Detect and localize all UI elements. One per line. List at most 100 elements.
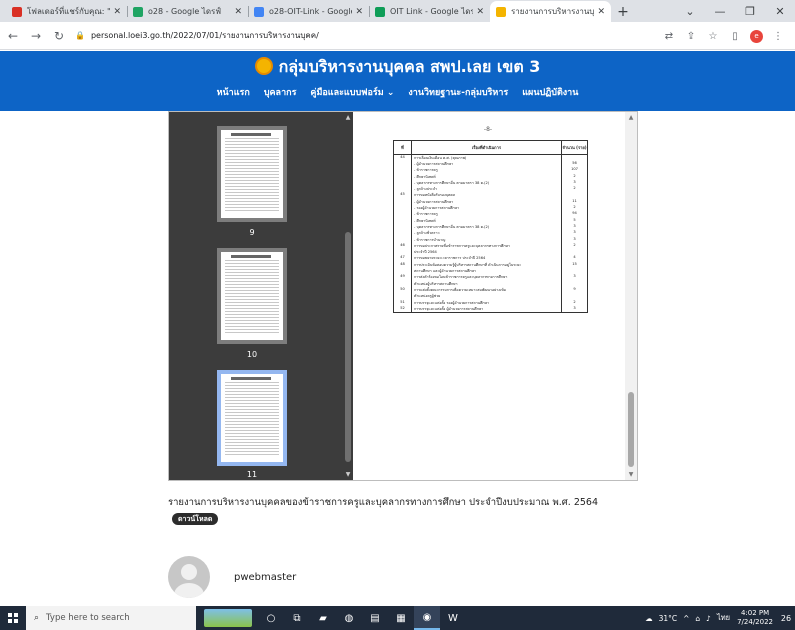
word-icon[interactable]: W bbox=[440, 606, 466, 630]
sidepanel-icon[interactable]: ▯ bbox=[724, 26, 746, 46]
tab-search-icon[interactable]: ⌄ bbox=[675, 0, 705, 22]
share-icon[interactable]: ⇪ bbox=[680, 26, 702, 46]
tab-close-icon[interactable]: ✕ bbox=[597, 7, 605, 17]
browser-tab[interactable]: โฟลเดอร์ที่แชร์กับคุณ: "o28"✕ bbox=[6, 1, 127, 22]
notification-center[interactable]: 26 bbox=[777, 606, 795, 630]
tab-close-icon[interactable]: ✕ bbox=[234, 7, 242, 17]
thumbnail-page-10[interactable] bbox=[217, 248, 287, 344]
doc-scroll-up-arrow-icon[interactable]: ▲ bbox=[625, 114, 637, 121]
thumbnail-lines bbox=[225, 380, 279, 456]
new-tab-button[interactable]: + bbox=[611, 1, 635, 22]
address-bar[interactable]: 🔒 personal.loei3.go.th/2022/07/01/รายงาน… bbox=[75, 26, 685, 46]
clock-date: 7/24/2022 bbox=[737, 618, 773, 626]
thumbnail-scrollbar[interactable]: ▲ ▼ bbox=[343, 112, 353, 480]
url-text: personal.loei3.go.th/2022/07/01/รายงานกา… bbox=[90, 31, 319, 40]
tab-title: o28-OIT-Link - Google ชี bbox=[269, 7, 352, 16]
restore-icon[interactable]: ❐ bbox=[735, 0, 765, 22]
windows-logo-icon bbox=[8, 613, 18, 623]
table-row: 52 การบรรจุและแต่งตั้ง ผู้อำนวยการสถานศึก… bbox=[393, 305, 588, 313]
document-table: ที่ เรื่องที่ดำเนินการ จำนวน (ราย) 44 การ… bbox=[393, 140, 588, 313]
thumbnail-lines bbox=[225, 258, 279, 334]
tab-title: o28 - Google ไดรฟ์ bbox=[148, 7, 221, 16]
start-button[interactable] bbox=[0, 606, 26, 630]
calendar-icon[interactable]: ▦ bbox=[388, 606, 414, 630]
document-scroll-thumb[interactable] bbox=[628, 392, 634, 467]
menu-icon[interactable]: ⋮ bbox=[767, 26, 789, 46]
document-scrollbar[interactable]: ▲ ▼ bbox=[625, 112, 637, 480]
window-controls: ⌄ — ❐ ✕ bbox=[675, 0, 795, 22]
toolbar-icons: ⇄ ⇪ ☆ ▯ e ⋮ bbox=[658, 26, 789, 46]
tab-close-icon[interactable]: ✕ bbox=[355, 7, 363, 17]
table-header-row: ที่ เรื่องที่ดำเนินการ จำนวน (ราย) bbox=[393, 140, 588, 155]
site-title-text: กลุ่มบริหารงานบุคคล สพป.เลย เขต 3 bbox=[278, 57, 541, 76]
taskbar-apps: ○ ⧉ ▰ ◍ ▤ ▦ ◉ W bbox=[204, 606, 466, 630]
volume-icon[interactable]: ♪ bbox=[706, 614, 711, 623]
browser-tab[interactable]: OIT Link - Google ไดรฟ์ ✕ bbox=[369, 1, 490, 22]
lock-icon[interactable]: 🔒 bbox=[75, 31, 85, 40]
search-highlight-image[interactable] bbox=[204, 609, 252, 627]
chrome-icon[interactable]: ◉ bbox=[414, 606, 440, 630]
temperature[interactable]: 31°C bbox=[659, 614, 678, 623]
author-name[interactable]: pwebmaster bbox=[234, 572, 296, 583]
tab-title: โฟลเดอร์ที่แชร์กับคุณ: "o28" bbox=[27, 7, 111, 16]
table-header-cell: ที่ bbox=[393, 140, 412, 155]
avatar-head bbox=[181, 564, 197, 580]
task-view-icon[interactable]: ⧉ bbox=[284, 606, 310, 630]
page-number: -8- bbox=[483, 126, 493, 133]
scroll-up-arrow-icon[interactable]: ▲ bbox=[343, 114, 353, 121]
browser-tab[interactable]: o28 - Google ไดรฟ์ ✕ bbox=[127, 1, 248, 22]
nav-item[interactable]: คู่มือและแบบฟอร์ม ⌄ bbox=[310, 85, 394, 99]
back-icon[interactable]: ← bbox=[3, 26, 23, 46]
avatar[interactable] bbox=[168, 556, 210, 598]
tab-close-icon[interactable]: ✕ bbox=[113, 7, 121, 17]
browser-tab[interactable]: o28-OIT-Link - Google ชี✕ bbox=[248, 1, 369, 22]
show-hidden-icons-icon[interactable]: ^ bbox=[683, 614, 689, 623]
thumbnail-label: 10 bbox=[246, 350, 258, 359]
search-icon: ⌕ bbox=[34, 613, 40, 623]
cortana-icon[interactable]: ○ bbox=[258, 606, 284, 630]
table-cell: 3 bbox=[561, 305, 588, 313]
thumbnail-page-11[interactable] bbox=[217, 370, 287, 466]
author-block: pwebmaster bbox=[168, 556, 296, 598]
site-title[interactable]: กลุ่มบริหารงานบุคคล สพป.เลย เขต 3 bbox=[0, 55, 795, 80]
language-indicator[interactable]: ไทย bbox=[717, 612, 730, 624]
close-window-icon[interactable]: ✕ bbox=[765, 0, 795, 22]
thumbnail-lines bbox=[225, 136, 279, 212]
tab-close-icon[interactable]: ✕ bbox=[476, 7, 484, 17]
clock[interactable]: 4:02 PM 7/24/2022 bbox=[737, 609, 773, 627]
weather-icon[interactable]: ☁ bbox=[645, 614, 653, 623]
search-placeholder: Type here to search bbox=[46, 613, 130, 623]
table-header-cell: เรื่องที่ดำเนินการ bbox=[411, 140, 562, 155]
table-header-cell: จำนวน (ราย) bbox=[561, 140, 588, 155]
browser-tabstrip: โฟลเดอร์ที่แชร์กับคุณ: "o28"✕o28 - Googl… bbox=[0, 0, 795, 22]
bookmark-star-icon[interactable]: ☆ bbox=[702, 26, 724, 46]
taskbar-search[interactable]: ⌕ Type here to search bbox=[26, 606, 196, 630]
file-explorer-icon[interactable]: ▰ bbox=[310, 606, 336, 630]
minimize-icon[interactable]: — bbox=[705, 0, 735, 22]
nav-item[interactable]: แผนปฏิบัติงาน bbox=[522, 85, 578, 99]
avatar-body bbox=[174, 583, 204, 598]
thumbnail-scroll-thumb[interactable] bbox=[345, 232, 351, 462]
nav-item[interactable]: บุคลากร bbox=[264, 85, 297, 99]
nav-item[interactable]: หน้าแรก bbox=[217, 85, 250, 99]
browser-toolbar: ← → ↻ 🔒 personal.loei3.go.th/2022/07/01/… bbox=[0, 22, 795, 50]
tab-favicon-icon bbox=[375, 6, 385, 17]
thumbnail-label: 9 bbox=[249, 228, 255, 237]
site-logo-icon bbox=[254, 57, 273, 75]
doc-scroll-down-arrow-icon[interactable]: ▼ bbox=[625, 471, 637, 478]
system-tray: ☁ 31°C ^ ⌂ ♪ ไทย 4:02 PM 7/24/2022 26 bbox=[642, 606, 795, 630]
main-nav: หน้าแรก บุคลากร คู่มือและแบบฟอร์ม ⌄ งานวิทย… bbox=[0, 85, 795, 99]
network-icon[interactable]: ⌂ bbox=[695, 614, 700, 623]
thumbnail-page-9[interactable] bbox=[217, 126, 287, 222]
reload-icon[interactable]: ↻ bbox=[49, 26, 69, 46]
download-button[interactable]: ดาวน์โหลด bbox=[172, 513, 219, 525]
translate-icon[interactable]: ⇄ bbox=[658, 26, 680, 46]
nav-item[interactable]: งานวิทยฐานะ-กลุ่มบริหาร bbox=[408, 85, 508, 99]
browser-tab[interactable]: รายงานการบริหารงานบุคคลฯ✕ bbox=[490, 1, 611, 22]
store-icon[interactable]: ▤ bbox=[362, 606, 388, 630]
document-page: -8- ที่ เรื่องที่ดำเนินการ จำนวน (ราย) 4… bbox=[353, 112, 625, 480]
profile-avatar[interactable]: e bbox=[750, 29, 763, 43]
edge-icon[interactable]: ◍ bbox=[336, 606, 362, 630]
scroll-down-arrow-icon[interactable]: ▼ bbox=[343, 471, 353, 478]
forward-icon[interactable]: → bbox=[26, 26, 46, 46]
